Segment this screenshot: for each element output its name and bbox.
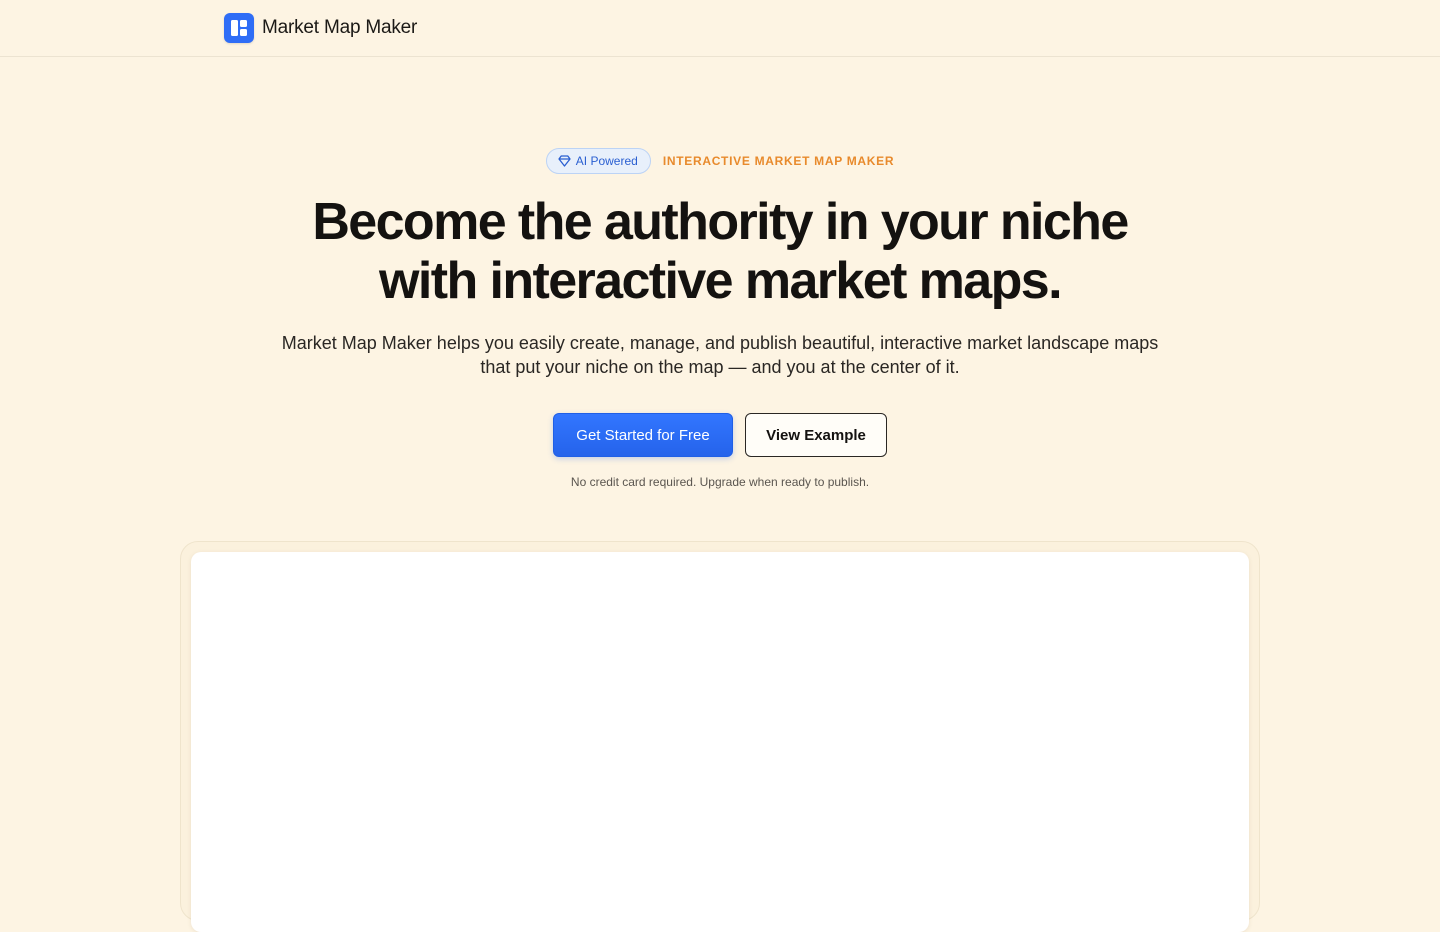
brand-name: Market Map Maker	[262, 17, 418, 38]
cta-row: Get Started for Free View Example	[0, 413, 1440, 457]
top-nav: Market Map Maker	[0, 0, 1440, 57]
preview-frame	[180, 541, 1260, 932]
ai-powered-badge: AI Powered	[545, 148, 651, 174]
get-started-button[interactable]: Get Started for Free	[553, 413, 733, 457]
ai-badge-label: AI Powered	[575, 154, 638, 168]
diamond-icon	[558, 155, 571, 167]
grid-layout-icon	[224, 13, 254, 43]
view-example-button[interactable]: View Example	[745, 413, 887, 457]
fineprint-text: No credit card required. Upgrade when re…	[570, 475, 870, 489]
hero-subtext: Market Map Maker helps you easily create…	[0, 331, 1440, 379]
preview-canvas	[191, 552, 1249, 932]
subtext-line-2: that put your niche on the map — and you…	[480, 357, 960, 377]
headline-line-2: with interactive market maps.	[379, 252, 1062, 310]
hero-tags: AI Powered INTERACTIVE MARKET MAP MAKER	[0, 148, 1440, 174]
headline-line-1: Become the authority in your niche	[312, 193, 1129, 251]
hero-headline: Become the authority in your niche with …	[0, 193, 1440, 311]
eyebrow-text: INTERACTIVE MARKET MAP MAKER	[662, 154, 895, 168]
subtext-line-1: Market Map Maker helps you easily create…	[281, 333, 1159, 353]
brand-home-link[interactable]: Market Map Maker	[224, 13, 417, 43]
